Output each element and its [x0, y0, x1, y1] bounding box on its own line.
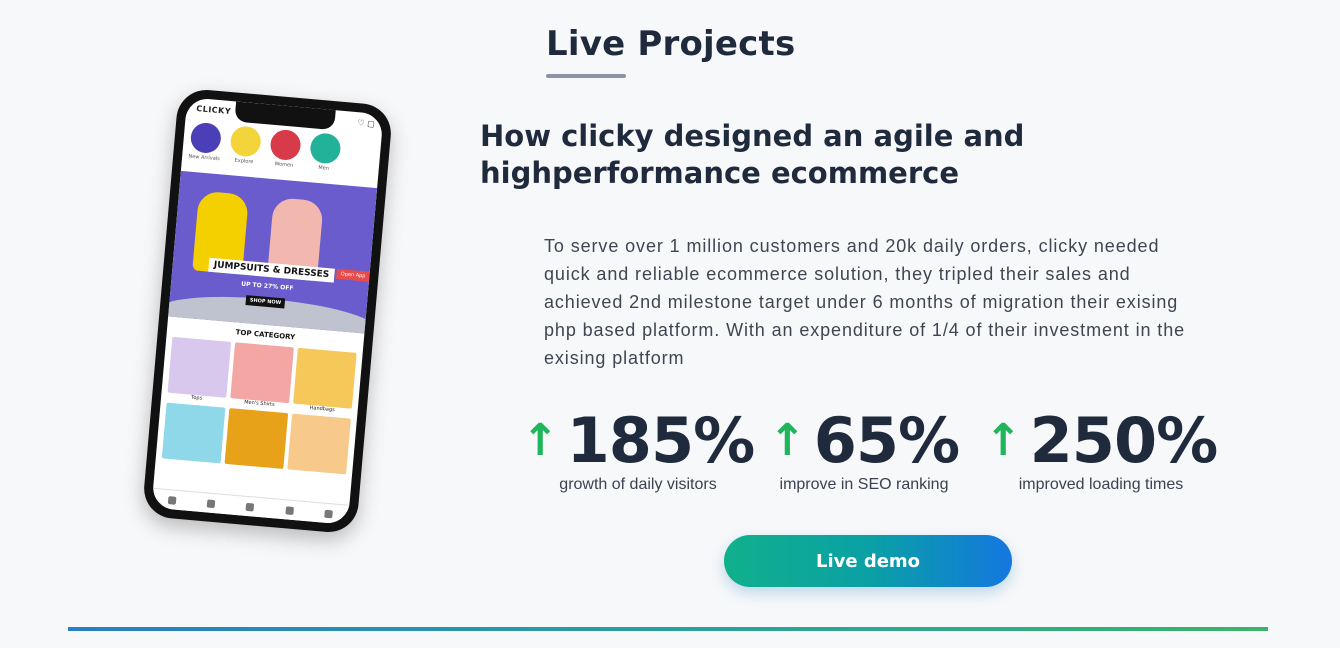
stat-loading-times: ↑ 250% improved loading times — [985, 408, 1218, 494]
category-item: Explore — [228, 125, 263, 166]
project-description: To serve over 1 million customers and 20… — [544, 236, 1186, 368]
category-strip: New Arrivals Explore Women Men — [188, 121, 382, 177]
category-item: Men — [307, 132, 342, 173]
phone-mockup-image: CLICKY ♡ ▢ New Arrivals Explore Women Me… — [141, 87, 394, 535]
live-demo-button[interactable]: Live demo — [724, 535, 1012, 587]
stat-value: 185% — [566, 404, 756, 477]
stat-daily-visitors: ↑ 185% growth of daily visitors — [522, 408, 755, 494]
section-title: Live Projects — [546, 24, 796, 64]
phone-screen: CLICKY ♡ ▢ New Arrivals Explore Women Me… — [151, 97, 384, 525]
stat-seo-ranking: ↑ 65% improve in SEO ranking — [768, 404, 960, 494]
category-item: New Arrivals — [188, 121, 223, 163]
stat-label: improve in SEO ranking — [779, 476, 949, 493]
project-headline: How clicky designed an agile and highper… — [480, 119, 1025, 190]
stat-value: 250% — [1029, 404, 1219, 477]
category-grid: Tops Men's Shirts Handbags — [161, 336, 357, 475]
section-underline — [546, 74, 626, 78]
stat-label: improved loading times — [1018, 476, 1184, 493]
category-item: Women — [268, 128, 303, 170]
heart-bag-icons: ♡ ▢ — [357, 118, 376, 129]
app-bottom-nav — [151, 487, 350, 525]
stat-value: 65% — [813, 404, 960, 477]
up-arrow-icon: ↑ — [768, 415, 806, 466]
up-arrow-icon: ↑ — [984, 415, 1022, 466]
up-arrow-icon: ↑ — [521, 415, 559, 466]
section-divider — [68, 627, 1268, 631]
app-brand: CLICKY — [195, 104, 232, 117]
stat-label: growth of daily visitors — [559, 476, 717, 493]
promo-banner: JUMPSUITS & DRESSES UP TO 27% OFF SHOP N… — [168, 170, 378, 334]
